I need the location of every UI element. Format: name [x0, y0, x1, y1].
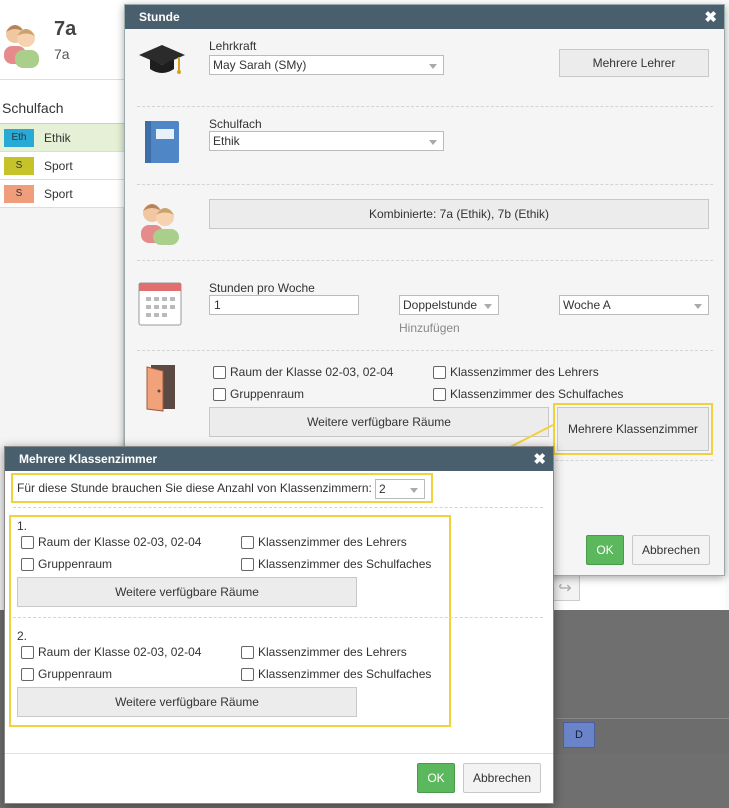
graduation-cap-icon: [139, 41, 185, 84]
subject-item[interactable]: S Sport: [0, 152, 124, 180]
divider: [13, 617, 543, 618]
rooms-section: Raum der Klasse 02-03, 02-04 Klassenzimm…: [137, 351, 713, 461]
room-number: 2.: [17, 629, 28, 643]
group-room-checkbox[interactable]: Gruppenraum: [21, 557, 112, 571]
teacher-room-checkbox[interactable]: Klassenzimmer des Lehrers: [241, 645, 407, 659]
hours-section: Stunden pro Woche 1 Doppelstunde Hinzufü…: [137, 261, 713, 351]
hours-input[interactable]: 1: [209, 295, 359, 315]
close-icon[interactable]: ✖: [704, 8, 717, 26]
teacher-room-checkbox[interactable]: Klassenzimmer des Lehrers: [433, 365, 599, 379]
class-room-label: Raum der Klasse 02-03, 02-04: [230, 365, 394, 379]
group-room-checkbox[interactable]: Gruppenraum: [21, 667, 112, 681]
teacher-room-label: Klassenzimmer des Lehrers: [450, 365, 599, 379]
room-count-select[interactable]: 2: [375, 479, 425, 499]
double-lesson-select[interactable]: Doppelstunde: [399, 295, 499, 315]
group-room-label: Gruppenraum: [38, 557, 113, 571]
more-rooms-button[interactable]: Weitere verfügbare Räume: [17, 687, 357, 717]
subject-room-label: Klassenzimmer des Schulfaches: [258, 557, 432, 571]
teacher-section: Lehrkraft May Sarah (SMy) Mehrere Lehrer: [137, 29, 713, 107]
subject-item[interactable]: Eth Ethik: [0, 124, 124, 152]
add-link[interactable]: Hinzufügen: [399, 321, 460, 335]
class-room-label: Raum der Klasse 02-03, 02-04: [38, 645, 202, 659]
cancel-button[interactable]: Abbrechen: [463, 763, 541, 793]
cancel-button[interactable]: Abbrechen: [632, 535, 710, 565]
group-room-checkbox[interactable]: Gruppenraum: [213, 387, 304, 401]
dialog-title: Stunde: [125, 5, 724, 29]
subject-room-checkbox[interactable]: Klassenzimmer des Schulfaches: [433, 387, 623, 401]
subject-select[interactable]: Ethik: [209, 131, 444, 151]
right-edge: [725, 0, 729, 610]
students-icon: [137, 197, 185, 250]
teacher-room-checkbox[interactable]: Klassenzimmer des Lehrers: [241, 535, 407, 549]
subject-label: Schulfach: [209, 117, 262, 131]
class-room-checkbox[interactable]: Raum der Klasse 02-03, 02-04: [21, 645, 201, 659]
subject-room-checkbox[interactable]: Klassenzimmer des Schulfaches: [241, 667, 431, 681]
close-icon[interactable]: ✖: [533, 450, 546, 468]
subject-heading: Schulfach: [2, 100, 64, 116]
more-rooms-button[interactable]: Weitere verfügbare Räume: [209, 407, 549, 437]
subject-room-label: Klassenzimmer des Schulfaches: [258, 667, 432, 681]
door-icon: [143, 363, 179, 416]
combined-classes-button[interactable]: Kombinierte: 7a (Ethik), 7b (Ethik): [209, 199, 709, 229]
timetable-badge[interactable]: D: [563, 722, 595, 748]
combined-section: Kombinierte: 7a (Ethik), 7b (Ethik): [137, 185, 713, 261]
teacher-room-label: Klassenzimmer des Lehrers: [258, 535, 407, 549]
footer-divider: [5, 753, 553, 754]
week-select[interactable]: Woche A: [559, 295, 709, 315]
ok-button[interactable]: OK: [586, 535, 624, 565]
redo-icon[interactable]: ↪: [550, 575, 580, 601]
subject-name: Sport: [44, 158, 73, 173]
subject-section: Schulfach Ethik: [137, 107, 713, 185]
group-room-label: Gruppenraum: [230, 387, 305, 401]
book-icon: [143, 119, 181, 168]
group-room-label: Gruppenraum: [38, 667, 113, 681]
class-room-label: Raum der Klasse 02-03, 02-04: [38, 535, 202, 549]
subject-badge: Eth: [4, 128, 34, 147]
teacher-label: Lehrkraft: [209, 39, 257, 53]
more-rooms-button[interactable]: Weitere verfügbare Räume: [17, 577, 357, 607]
subject-name: Ethik: [44, 130, 71, 145]
subject-badge: S: [4, 184, 34, 203]
divider: [13, 507, 543, 508]
hours-label: Stunden pro Woche: [209, 281, 315, 295]
room-count-label: Für diese Stunde brauchen Sie diese Anza…: [17, 481, 372, 495]
subject-item[interactable]: S Sport: [0, 180, 124, 208]
multiple-classrooms-button[interactable]: Mehrere Klassenzimmer: [553, 403, 713, 455]
class-header: 7a 7a: [0, 0, 130, 80]
subject-name: Sport: [44, 186, 73, 201]
subject-room-checkbox[interactable]: Klassenzimmer des Schulfaches: [241, 557, 431, 571]
teacher-room-label: Klassenzimmer des Lehrers: [258, 645, 407, 659]
multiple-classrooms-dialog: Mehrere Klassenzimmer ✖ Für diese Stunde…: [4, 446, 554, 804]
ok-button[interactable]: OK: [417, 763, 455, 793]
subdialog-title: Mehrere Klassenzimmer: [5, 447, 553, 471]
calendar-icon: [137, 279, 183, 330]
subject-badge: S: [4, 156, 34, 175]
students-avatar-icon: [2, 12, 42, 71]
class-subtitle: 7a: [54, 46, 70, 62]
subject-list: Eth Ethik S Sport S Sport: [0, 123, 124, 208]
subject-room-label: Klassenzimmer des Schulfaches: [450, 387, 624, 401]
room-number: 1.: [17, 519, 28, 533]
class-room-checkbox[interactable]: Raum der Klasse 02-03, 02-04: [21, 535, 201, 549]
multiple-teachers-button[interactable]: Mehrere Lehrer: [559, 49, 709, 77]
teacher-select[interactable]: May Sarah (SMy): [209, 55, 444, 75]
class-title: 7a: [54, 18, 77, 40]
class-room-checkbox[interactable]: Raum der Klasse 02-03, 02-04: [213, 365, 393, 379]
